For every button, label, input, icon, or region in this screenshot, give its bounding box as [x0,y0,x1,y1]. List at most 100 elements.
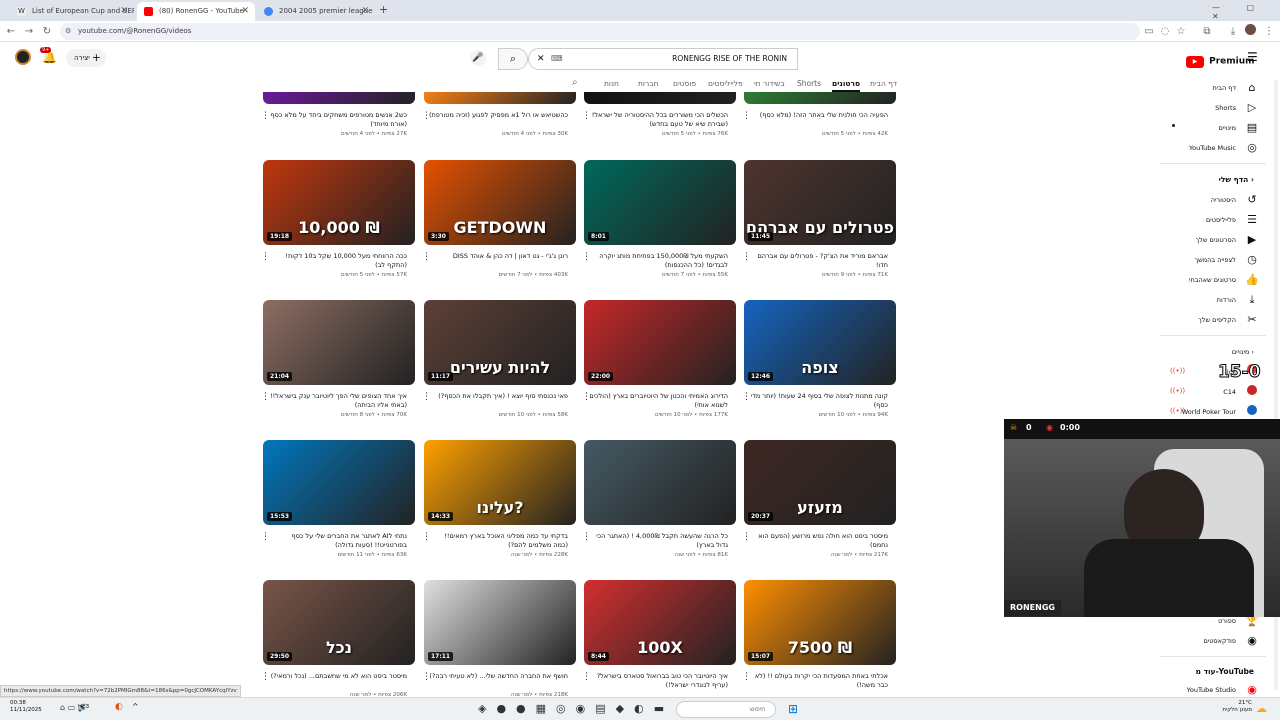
more-options-icon[interactable]: ⋮ [422,252,431,262]
video-thumbnail[interactable] [584,440,736,525]
more-options-icon[interactable]: ⋮ [582,111,591,121]
keyboard-icon[interactable]: ⌨ [551,49,563,69]
video-title[interactable]: כל הרגה שהעשה תקבל 4,000₪ ! (האתגר הכי ג… [588,532,728,550]
video-title[interactable]: מיסטר ביסט הוא חולה נפש מרושע (הפעם הוא … [748,532,888,550]
sidebar-item-home[interactable]: דף הבית ⌂ [1132,79,1262,97]
video-title[interactable]: כש2 אנשים מטורפים משחקים ביחד על מלא כסף… [267,111,407,129]
more-options-icon[interactable]: ⋮ [742,252,751,262]
site-info-icon[interactable]: ⚙ [65,23,71,40]
video-title[interactable]: אבראם מוריד את הצ'ק? - פטרולים עם אברהם … [748,252,888,270]
video-thumbnail[interactable]: מזעזע 20:37 [744,440,896,525]
video-thumbnail[interactable]: 10,000 ₪ 19:18 [263,160,415,245]
more-options-icon[interactable]: ⋮ [261,252,270,262]
more-options-icon[interactable]: ⋮ [742,111,751,121]
create-button[interactable]: יצירה + [66,49,106,67]
tab-live[interactable]: בשידור חי [754,79,785,88]
video-title[interactable]: קונה מתנות לצופה שלי בסוף 24 שעות! (יותר… [748,392,888,410]
sidebar-item-music[interactable]: YouTube Music ◎ [1132,139,1262,157]
video-title[interactable]: אכלתי באחת המסעדות הכי יקרות בעולם !! (ל… [748,672,888,690]
voice-search-icon[interactable]: 🎤 [470,50,486,66]
taskbar-search[interactable]: חיפוש [676,701,776,718]
tab-playlists[interactable]: פלייליסטים [708,79,743,88]
more-options-icon[interactable]: ⋮ [261,111,270,121]
more-options-icon[interactable]: ⋮ [261,532,270,542]
window-controls[interactable]: — ▢ ✕ [1212,3,1280,21]
video-title[interactable]: איך אחד הצופים שלי הפך ליוטיובר ענק בישר… [267,392,407,410]
video-thumbnail[interactable]: 7500 ₪ 15:07 [744,580,896,665]
clear-search-icon[interactable]: ✕ [537,49,545,69]
more-options-icon[interactable]: ⋮ [582,532,591,542]
video-thumbnail[interactable] [424,92,576,104]
sidebar-you-heading[interactable]: הדף שלי › [1219,175,1254,184]
video-thumbnail[interactable]: 8:01 [584,160,736,245]
more-options-icon[interactable]: ⋮ [422,392,431,402]
video-thumbnail[interactable]: GETDOWN 3:30 [424,160,576,245]
video-title[interactable]: פאי נכנסתי סוף יוצא ! (איך תקבלו את הכסף… [428,392,568,401]
hamburger-menu-icon[interactable]: ☰ [1247,50,1258,64]
video-title[interactable]: הכשלים הכי משוררים בכל ההיסטוריה של ישרא… [588,111,728,129]
sidebar-item-liked[interactable]: סרטונים שאהבתי 👍 [1132,271,1262,289]
tab-posts[interactable]: פוסטים [673,79,696,88]
eye-off-icon[interactable]: ◌ [1158,24,1172,39]
more-options-icon[interactable]: ⋮ [742,672,751,682]
video-title[interactable]: כהשטיאש או רול 1א מפסיק לפגוע (זכיה מטור… [428,111,568,120]
browser-tab-2[interactable]: 2004 2005 premier league table ✕ [257,2,375,21]
more-options-icon[interactable]: ⋮ [261,672,270,682]
video-thumbnail[interactable] [584,92,736,104]
sidebar-item-shorts[interactable]: Shorts ▷ [1132,99,1262,117]
video-title[interactable]: מיסטר ביסט הוא לא מי שחשבתם... (נכל ורמא… [267,672,407,681]
back-icon[interactable]: ← [4,24,18,39]
profile-avatar[interactable] [1243,24,1257,40]
address-bar[interactable]: ⚙ youtube.com/@RonenGG/videos [60,23,1140,40]
clock[interactable]: 00:38 11/11/2025 [10,700,42,714]
sidebar-subs-heading[interactable]: מינויים › [1232,348,1254,356]
video-title[interactable]: נתתי לAI לאתגר את החברים שלי על כסף בפור… [267,532,407,550]
sidebar-sub-c14[interactable]: C14 [1132,383,1262,401]
close-tab-icon[interactable]: ✕ [241,2,249,21]
cast-icon[interactable]: ▭ [1142,24,1156,39]
browser-tab-0[interactable]: W List of European Cup and UEFA ✕ [10,2,134,21]
sidebar-item-subscriptions[interactable]: מינויים ▤ [1132,119,1262,137]
video-title[interactable]: הדירוג האמיתי והכנון של היוטיוברים בארץ … [588,392,728,410]
sidebar-item-podcasts[interactable]: פודקאסטים ◉ [1132,632,1262,650]
video-thumbnail[interactable]: עלינו? 14:33 [424,440,576,525]
video-thumbnail[interactable]: 21:04 [263,300,415,385]
close-tab-icon[interactable]: ✕ [361,2,369,21]
browser-menu-icon[interactable]: ⋮ [1262,24,1276,39]
input-language[interactable]: HE3 [78,704,89,710]
video-thumbnail[interactable]: להיות עשירים 11:17 [424,300,576,385]
tab-home[interactable]: דף הבית [870,79,897,88]
weather-widget[interactable]: 21°C מעונן חלקית [1212,700,1252,714]
account-avatar[interactable] [15,49,31,65]
more-options-icon[interactable]: ⋮ [422,532,431,542]
more-options-icon[interactable]: ⋮ [261,392,270,402]
video-title[interactable]: ככה הרווחתי מעל 10,000 שקל ב10 דקות! (הת… [267,252,407,270]
windows-start-icon[interactable]: ⊞ [788,702,798,716]
extensions-icon[interactable]: ⧉ [1200,24,1214,39]
bookmark-star-icon[interactable]: ☆ [1174,24,1188,39]
video-thumbnail[interactable]: 17:11 [424,580,576,665]
forward-icon[interactable]: → [22,24,36,39]
tab-videos[interactable]: סרטונים [832,79,861,92]
video-thumbnail[interactable]: פטרולים עם אברהם 11:45 [744,160,896,245]
tab-store[interactable]: חנות [604,79,619,88]
video-thumbnail[interactable] [744,92,896,104]
search-input[interactable]: ✕ ⌨ RONENGG RISE OF THE RONIN [528,48,798,70]
sidebar-item-your-videos[interactable]: הסרטונים שלך ▶ [1132,231,1262,249]
video-thumbnail[interactable]: 100X 8:44 [584,580,736,665]
more-options-icon[interactable]: ⋮ [422,111,431,121]
more-options-icon[interactable]: ⋮ [422,672,431,682]
video-thumbnail[interactable]: נכל 29:50 [263,580,415,665]
more-options-icon[interactable]: ⋮ [582,392,591,402]
video-thumbnail[interactable] [263,92,415,104]
more-options-icon[interactable]: ⋮ [742,532,751,542]
new-tab-icon[interactable]: + [379,3,388,16]
video-title[interactable]: איך היוטיובר הכי טוב בברואול סטארס בישרא… [588,672,728,690]
more-options-icon[interactable]: ⋮ [582,252,591,262]
video-thumbnail[interactable]: צופה 12:46 [744,300,896,385]
tray-app-icon[interactable]: ◐ [115,702,123,712]
more-options-icon[interactable]: ⋮ [582,672,591,682]
sidebar-item-watch-later[interactable]: לצפייה בהמשך ◷ [1132,251,1262,269]
youtube-premium-logo[interactable]: ▶ Premium [1186,51,1254,68]
download-icon[interactable]: ⤓ [1226,24,1240,39]
